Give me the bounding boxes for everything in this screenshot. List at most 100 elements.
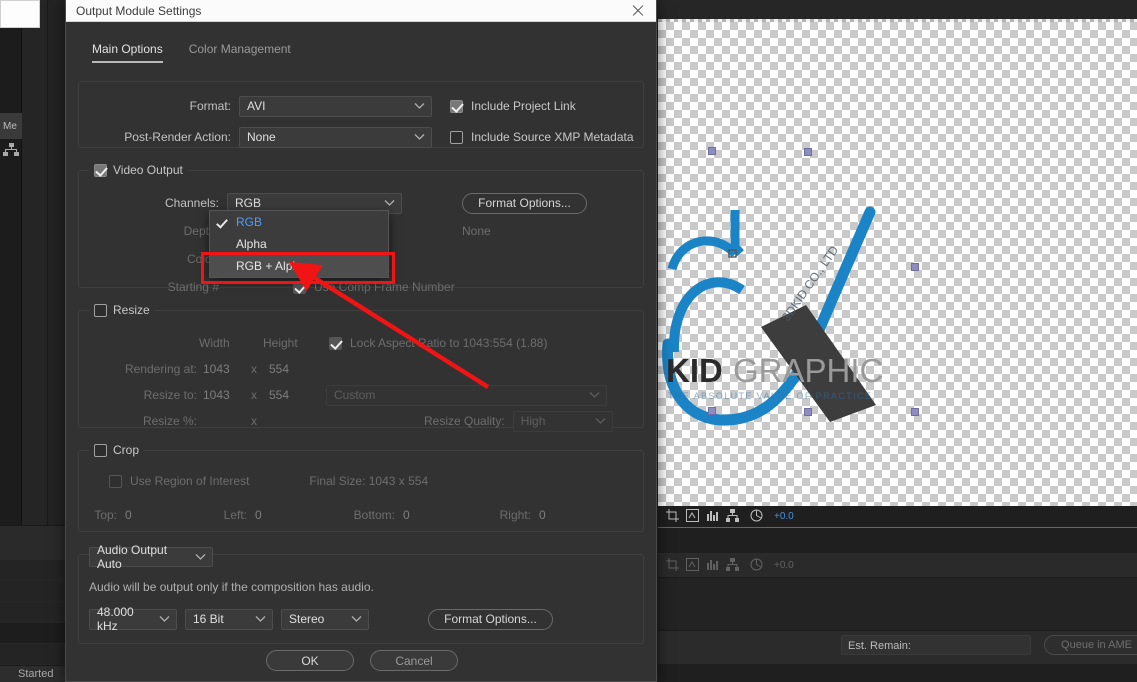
format-select[interactable]: AVI xyxy=(239,95,432,117)
include-xmp-label: Include Source XMP Metadata xyxy=(471,130,634,144)
close-icon[interactable] xyxy=(630,3,646,19)
chevron-down-icon xyxy=(414,134,425,141)
logo-tagline: THE ABSOLUTE VALUE OF PRACTICE xyxy=(668,391,872,401)
crop-top-label: Top: xyxy=(94,508,117,522)
use-region-of-interest-checkbox[interactable] xyxy=(109,474,122,488)
resize-to-height[interactable]: 554 xyxy=(269,388,312,402)
queue-in-ame-button[interactable]: Queue in AME xyxy=(1044,635,1137,655)
color-label: Color: xyxy=(186,252,219,266)
video-output-checkbox[interactable] xyxy=(94,163,107,177)
include-project-link-checkbox[interactable] xyxy=(450,99,463,113)
audio-channels-select[interactable]: Stereo xyxy=(281,608,369,630)
crop-legend: Crop xyxy=(89,443,145,457)
render-queue-footer: Est. Remain: Queue in AME xyxy=(658,630,1137,664)
audio-bit-depth-value: 16 Bit xyxy=(193,612,224,626)
crop-checkbox[interactable] xyxy=(94,443,107,457)
render-queue-body xyxy=(658,578,1137,630)
dialog-title: Output Module Settings xyxy=(76,3,202,18)
crop-bottom-value[interactable]: 0 xyxy=(403,508,495,522)
shutter-icon[interactable] xyxy=(750,558,763,574)
resize-label: Resize xyxy=(113,303,150,317)
selection-handle[interactable] xyxy=(911,408,919,416)
include-xmp-checkbox[interactable] xyxy=(450,130,463,144)
use-comp-frame-number-label: Use Comp Frame Number xyxy=(314,280,455,294)
selection-handle[interactable] xyxy=(804,408,812,416)
audio-sample-rate-select[interactable]: 48.000 kHz xyxy=(89,605,177,633)
width-header: Width xyxy=(199,336,230,350)
exposure-value[interactable]: +0.0 xyxy=(774,560,794,571)
audio-note: Audio will be output only if the composi… xyxy=(89,580,374,594)
status-text: Started xyxy=(18,668,54,680)
video-output-label: Video Output xyxy=(113,163,183,177)
x-separator: x xyxy=(251,414,257,428)
histogram-icon[interactable] xyxy=(706,509,719,525)
crop-right-label: Right: xyxy=(499,508,531,522)
tab-main-options[interactable]: Main Options xyxy=(92,42,163,63)
resize-quality-value: High xyxy=(520,414,546,428)
resize-group: Resize Width Height Lock Aspect Ratio to… xyxy=(78,303,644,432)
use-region-of-interest-label: Use Region of Interest xyxy=(130,474,250,488)
selection-handle[interactable] xyxy=(708,147,716,155)
selection-handle[interactable] xyxy=(804,148,812,156)
crop-icon[interactable] xyxy=(666,557,679,574)
tab-color-management[interactable]: Color Management xyxy=(189,42,291,63)
channel-icon[interactable] xyxy=(686,508,699,525)
exposure-value[interactable]: +0.0 xyxy=(774,511,794,522)
crop-top-value[interactable]: 0 xyxy=(125,508,217,522)
viewer-empty-row xyxy=(658,528,1137,554)
hierarchy-icon xyxy=(3,143,19,157)
depth-label: Depth: xyxy=(183,224,219,238)
viewer-top-strip xyxy=(658,0,1137,22)
hierarchy-icon[interactable] xyxy=(726,508,739,525)
resize-quality-label: Resize Quality: xyxy=(424,414,505,428)
chevron-down-icon xyxy=(384,200,395,207)
include-project-link-label: Include Project Link xyxy=(471,99,576,113)
output-module-settings-dialog: Output Module Settings Main Options Colo… xyxy=(65,0,657,682)
chevron-down-icon xyxy=(595,418,606,425)
dialog-titlebar: Output Module Settings xyxy=(66,0,656,22)
post-render-action-label: Post-Render Action: xyxy=(124,130,231,144)
format-options-value: None xyxy=(462,224,491,238)
crop-icon[interactable] xyxy=(666,508,679,525)
video-output-legend: Video Output xyxy=(89,163,188,177)
post-render-action-select[interactable]: None xyxy=(239,126,432,148)
video-format-options-button[interactable]: Format Options... xyxy=(462,192,587,214)
dropdown-option-rgb[interactable]: RGB xyxy=(210,211,388,233)
resize-preset-select[interactable]: Custom xyxy=(326,384,607,406)
chevron-down-icon xyxy=(351,616,362,623)
est-remain-label: Est. Remain: xyxy=(848,640,911,652)
audio-output-mode-value: Audio Output Auto xyxy=(97,543,168,571)
chevron-down-icon xyxy=(255,616,266,623)
composition-viewer[interactable]: 3DKID CO., LTD KID GRAPHIC THE ABSOLUTE … xyxy=(658,22,1137,506)
x-separator: x xyxy=(251,362,257,376)
dropdown-option-alpha[interactable]: Alpha xyxy=(210,233,388,255)
cancel-button[interactable]: Cancel xyxy=(370,650,458,671)
channel-icon[interactable] xyxy=(686,557,699,574)
shutter-icon[interactable] xyxy=(750,509,763,525)
use-comp-frame-number-checkbox[interactable] xyxy=(293,280,306,294)
crop-left-label: Left: xyxy=(223,508,247,522)
height-header: Height xyxy=(263,336,298,350)
channels-dropdown-menu[interactable]: RGB Alpha RGB + Alpha xyxy=(209,210,389,278)
rendering-at-label: Rendering at: xyxy=(124,362,197,376)
audio-output-mode-select[interactable]: Audio Output Auto xyxy=(89,543,213,571)
crop-right-value[interactable]: 0 xyxy=(539,508,546,522)
resize-checkbox[interactable] xyxy=(94,303,107,317)
resize-quality-select[interactable]: High xyxy=(512,410,613,432)
selection-handle[interactable] xyxy=(708,407,716,415)
lock-aspect-ratio-checkbox[interactable] xyxy=(329,336,342,350)
hierarchy-icon[interactable] xyxy=(726,557,739,574)
dialog-tabs: Main Options Color Management xyxy=(66,22,656,63)
audio-format-options-button[interactable]: Format Options... xyxy=(428,608,553,630)
audio-output-legend: Audio Output Auto xyxy=(89,543,213,571)
histogram-icon[interactable] xyxy=(706,558,719,574)
resize-preset-value: Custom xyxy=(334,388,376,402)
ok-button[interactable]: OK xyxy=(266,650,354,671)
dropdown-option-rgb-alpha[interactable]: RGB + Alpha xyxy=(210,255,388,277)
selection-handle[interactable] xyxy=(911,263,919,271)
logo-secondary-text: GRAPHIC xyxy=(733,352,883,389)
audio-bit-depth-select[interactable]: 16 Bit xyxy=(185,608,273,630)
chevron-down-icon xyxy=(414,103,425,110)
resize-to-width[interactable]: 1043 xyxy=(203,388,251,402)
crop-left-value[interactable]: 0 xyxy=(255,508,347,522)
